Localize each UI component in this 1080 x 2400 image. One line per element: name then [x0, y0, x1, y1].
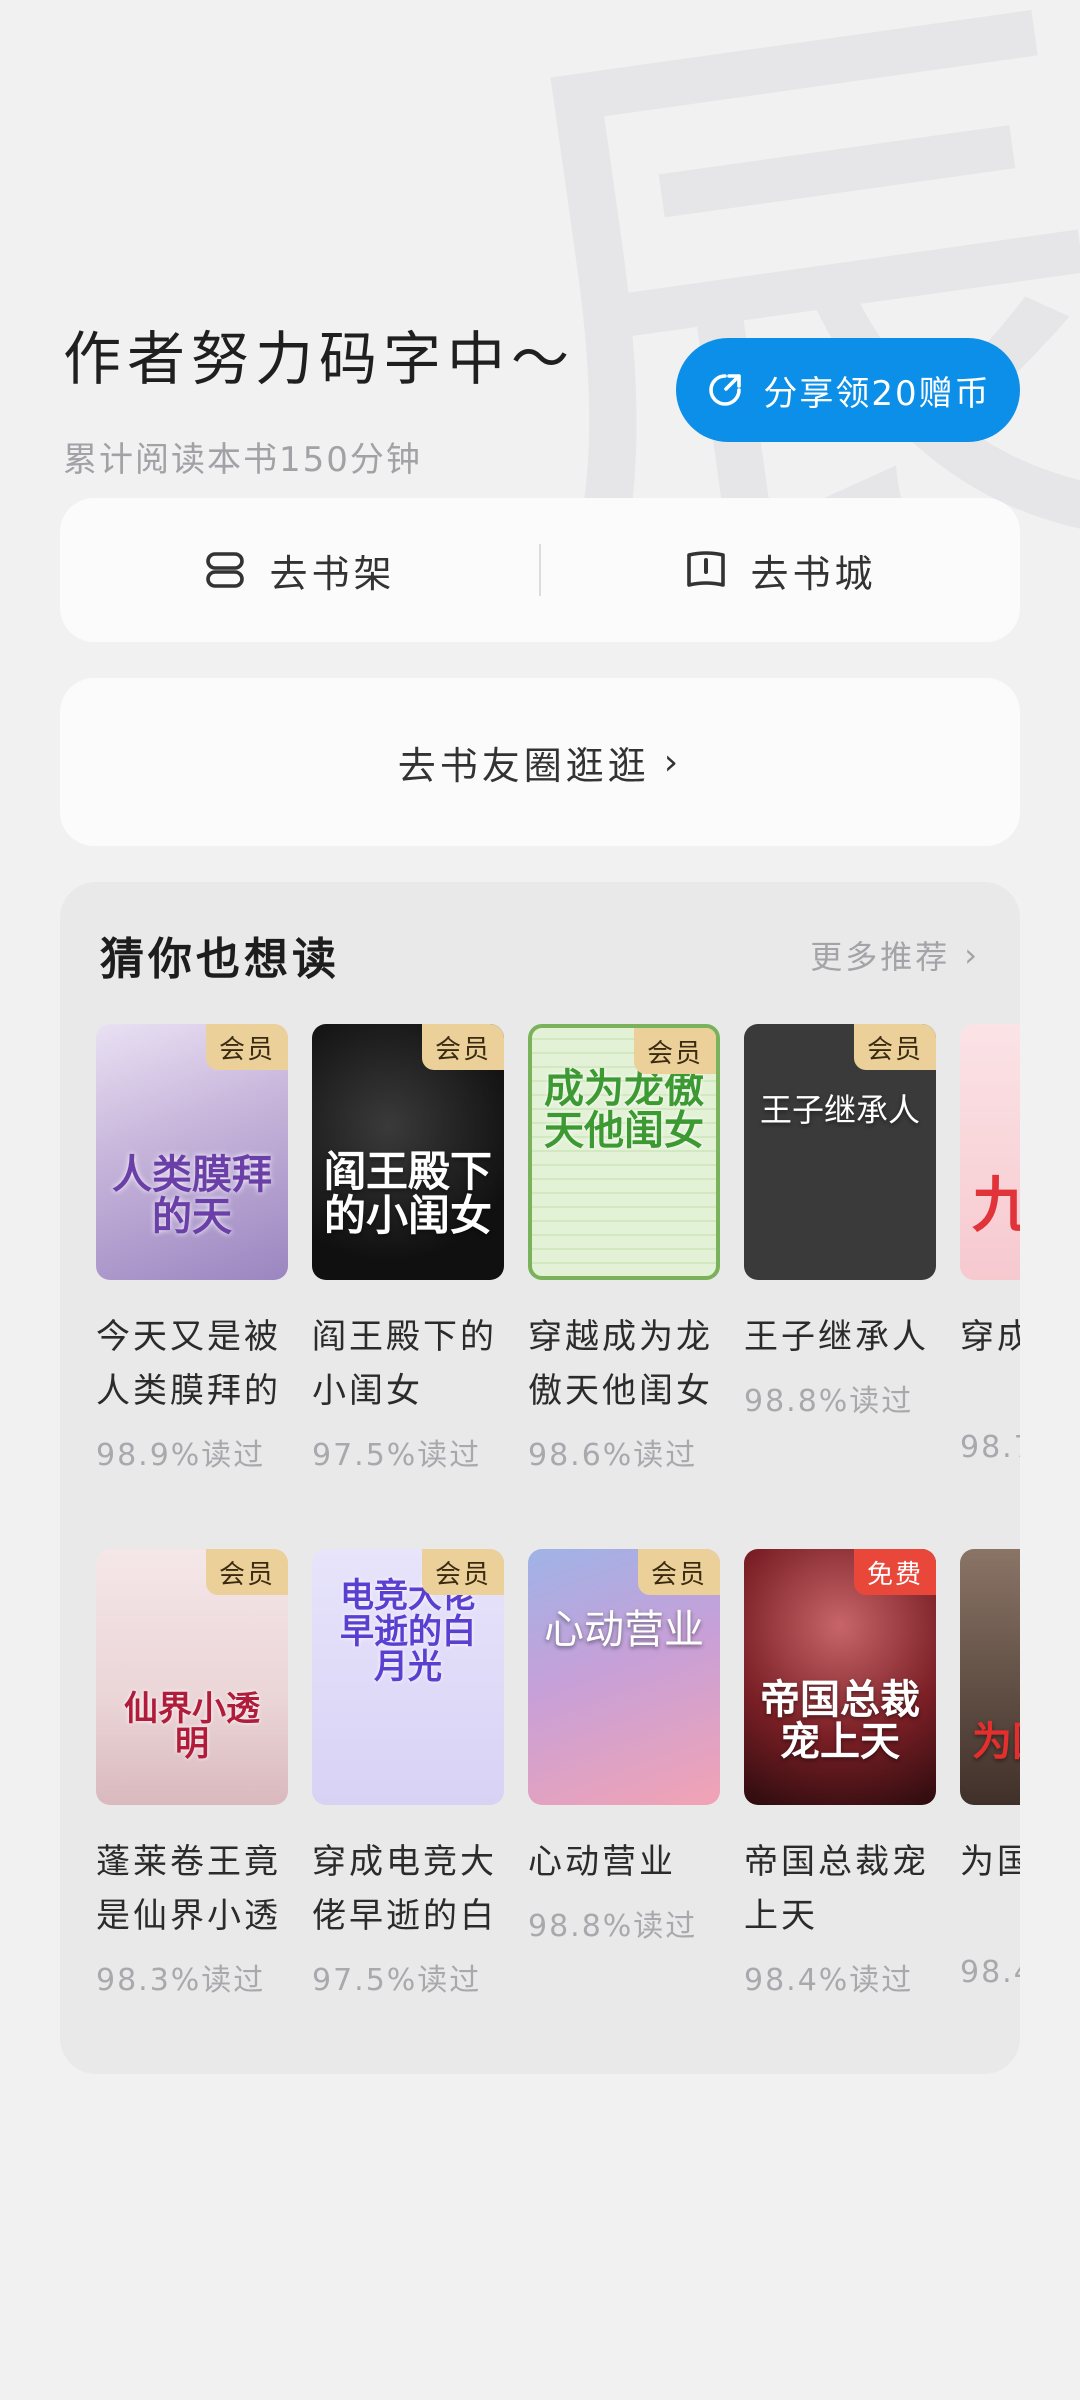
- read-rate: 98.8%读过: [528, 1909, 698, 1944]
- book-cover: 成为龙傲天他闺女 会员: [528, 1024, 720, 1280]
- cover-title: 心动营业: [544, 1607, 704, 1653]
- read-rate: 97.5%读过: [312, 1963, 482, 1998]
- share-button[interactable]: 分享领20赠币: [676, 338, 1020, 442]
- book-cover: 仙界小透明 会员: [96, 1549, 288, 1805]
- book-card[interactable]: 成为龙傲天他闺女 会员 穿越成为龙傲天他闺女 98.6%读过: [528, 1024, 720, 1474]
- book-circle-link[interactable]: 去书友圈逛逛 ›: [60, 678, 1020, 846]
- more-recommend-label: 更多推荐: [810, 938, 951, 976]
- book-card[interactable]: 为国 为国后， 98.4: [960, 1549, 1020, 1990]
- bookshelf-button[interactable]: 去书架: [60, 543, 539, 598]
- read-rate: 98.8%读过: [744, 1384, 914, 1419]
- book-card[interactable]: 阎王殿下的小闺女 会员 阎王殿下的小闺女 97.5%读过: [312, 1024, 504, 1474]
- read-rate: 98.4%读过: [744, 1963, 914, 1998]
- cover-title: 九: [972, 1171, 1020, 1241]
- book-title: 今天又是被人类膜拜的: [96, 1317, 281, 1411]
- bookshelf-icon: [206, 552, 245, 588]
- recommend-row-2: 仙界小透明 会员 蓬莱卷王竟是仙界小透 98.3%读过 电竞大佬早逝的白月光 会…: [96, 1549, 1020, 2069]
- book-cover: 九: [960, 1024, 1020, 1280]
- book-card[interactable]: 人类膜拜的天 会员 今天又是被人类膜拜的 98.9%读过: [96, 1024, 288, 1474]
- cover-title: 帝国总裁宠上天: [760, 1676, 920, 1765]
- book-card[interactable]: 帝国总裁宠上天 免费 帝国总裁宠上天 98.4%读过: [744, 1549, 936, 1999]
- book-card[interactable]: 心动营业 会员 心动营业 98.8%读过: [528, 1549, 720, 1945]
- nav-card: 去书架 去书城: [60, 498, 1020, 642]
- book-circle-label: 去书友圈逛逛: [397, 743, 650, 788]
- recommend-row-1: 人类膜拜的天 会员 今天又是被人类膜拜的 98.9%读过 阎王殿下的小闺女 会员…: [96, 1024, 1020, 1544]
- vip-badge: 会员: [206, 1549, 288, 1595]
- book-card[interactable]: 王子继承人 会员 王子继承人 98.8%读过: [744, 1024, 936, 1420]
- bookstore-icon: [687, 551, 726, 587]
- book-title: 阎王殿下的小闺女: [312, 1317, 497, 1411]
- book-end-page: 作者努力码字中～ 累计阅读本书150分钟 分享领20赠币 去书架 去书城 去书友…: [0, 0, 1080, 2400]
- share-icon: [709, 374, 742, 406]
- book-card[interactable]: 仙界小透明 会员 蓬莱卷王竟是仙界小透 98.3%读过: [96, 1549, 288, 1999]
- book-cover: 心动营业 会员: [528, 1549, 720, 1805]
- reading-time: 累计阅读本书150分钟: [63, 440, 422, 480]
- book-title: 帝国总裁宠上天: [744, 1842, 929, 1936]
- cover-title: 成为龙傲天他闺女: [544, 1065, 704, 1154]
- vip-badge: 会员: [854, 1024, 936, 1070]
- recommend-panel: 猜你也想读 更多推荐 › 人类膜拜的天 会员 今天又是被人类膜拜的 98.9%读…: [60, 882, 1020, 2074]
- vip-badge: 会员: [638, 1549, 720, 1595]
- read-rate: 98.3%读过: [96, 1963, 266, 1998]
- cover-title: 电竞大佬早逝的白月光: [340, 1576, 476, 1688]
- book-title: 心动营业: [528, 1842, 676, 1882]
- read-rate: 98.7: [960, 1430, 1020, 1465]
- read-rate: 97.5%读过: [312, 1438, 482, 1473]
- book-title: 王子继承人: [744, 1317, 929, 1357]
- book-cover: 王子继承人 会员: [744, 1024, 936, 1280]
- bookstore-button[interactable]: 去书城: [541, 543, 1020, 598]
- read-rate: 98.4: [960, 1955, 1020, 1990]
- page-title: 作者努力码字中～: [63, 325, 576, 393]
- vip-badge: 会员: [206, 1024, 288, 1070]
- vip-badge: 会员: [634, 1028, 716, 1074]
- bookshelf-label: 去书架: [269, 551, 396, 596]
- book-title: 穿成电竞大佬早逝的白: [312, 1842, 497, 1936]
- book-cover: 人类膜拜的天 会员: [96, 1024, 288, 1280]
- book-title: 穿成只九: [960, 1317, 1020, 1357]
- more-recommend-link[interactable]: 更多推荐 ›: [810, 932, 980, 978]
- recommend-header: 猜你也想读 更多推荐 ›: [100, 920, 980, 990]
- cover-title: 人类膜拜的天: [112, 1151, 272, 1240]
- cover-title: 仙界小透明: [124, 1688, 260, 1765]
- chevron-right-icon: ›: [964, 936, 980, 974]
- vip-badge: 会员: [422, 1549, 504, 1595]
- vip-badge: 会员: [422, 1024, 504, 1070]
- free-badge: 免费: [854, 1549, 936, 1595]
- book-title: 蓬莱卷王竟是仙界小透: [96, 1842, 281, 1936]
- cover-title: 为国: [972, 1718, 1020, 1765]
- book-title: 穿越成为龙傲天他闺女: [528, 1317, 713, 1411]
- share-button-label: 分享领20赠币: [763, 373, 991, 414]
- bookstore-label: 去书城: [750, 551, 877, 596]
- cover-title: 阎王殿下的小闺女: [324, 1146, 493, 1240]
- cover-title: 王子继承人: [759, 1091, 920, 1129]
- book-cover: 阎王殿下的小闺女 会员: [312, 1024, 504, 1280]
- book-card[interactable]: 九 穿成只九 98.7: [960, 1024, 1020, 1465]
- book-cover: 电竞大佬早逝的白月光 会员: [312, 1549, 504, 1805]
- chevron-right-icon: ›: [663, 741, 683, 783]
- book-card[interactable]: 电竞大佬早逝的白月光 会员 穿成电竞大佬早逝的白 97.5%读过: [312, 1549, 504, 1999]
- recommend-title: 猜你也想读: [100, 934, 340, 985]
- header: 作者努力码字中～ 累计阅读本书150分钟: [63, 312, 575, 481]
- book-cover: 帝国总裁宠上天 免费: [744, 1549, 936, 1805]
- read-rate: 98.9%读过: [96, 1438, 266, 1473]
- book-title: 为国后，: [960, 1842, 1020, 1882]
- book-cover: 为国: [960, 1549, 1020, 1805]
- read-rate: 98.6%读过: [528, 1438, 698, 1473]
